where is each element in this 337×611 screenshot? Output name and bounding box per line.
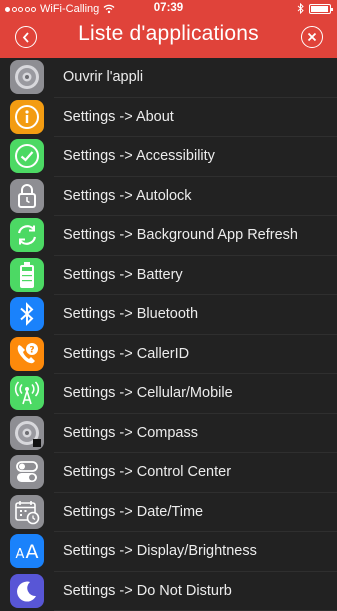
list-item[interactable]: Settings -> Date/Time <box>0 493 337 533</box>
list-item-label: Settings -> CallerID <box>63 346 189 362</box>
list-item-label: Settings -> Compass <box>63 425 198 441</box>
lock-icon <box>10 179 44 213</box>
battery-icon <box>10 258 44 292</box>
refresh-icon <box>10 218 44 252</box>
compass-gear-icon <box>10 416 44 450</box>
close-icon <box>307 32 317 42</box>
list-item-label: Settings -> Autolock <box>63 188 192 204</box>
list-item-label: Settings -> Accessibility <box>63 148 215 164</box>
list-item-label: Settings -> Bluetooth <box>63 306 198 322</box>
toggles-icon <box>10 455 44 489</box>
list-item[interactable]: Ouvrir l'appli <box>0 58 337 98</box>
list-item-label: Settings -> Battery <box>63 267 183 283</box>
list-item[interactable]: ? Settings -> CallerID <box>0 335 337 375</box>
antenna-icon <box>10 376 44 410</box>
list-item[interactable]: Settings -> Cellular/Mobile <box>0 374 337 414</box>
app-list: Ouvrir l'appli Settings -> About Setting… <box>0 58 337 611</box>
list-item[interactable]: Settings -> Background App Refresh <box>0 216 337 256</box>
status-bar: WiFi-Calling 07:39 <box>0 0 337 18</box>
list-item[interactable]: Settings -> Control Center <box>0 453 337 493</box>
list-item[interactable]: Settings -> About <box>0 98 337 138</box>
list-item[interactable]: Settings -> Battery <box>0 256 337 296</box>
phone-question-icon: ? <box>10 337 44 371</box>
bluetooth-status-icon <box>297 3 304 14</box>
list-item-label: Settings -> Do Not Disturb <box>63 583 232 599</box>
list-item[interactable]: Settings -> Do Not Disturb <box>0 572 337 611</box>
list-item[interactable]: Settings -> Accessibility <box>0 137 337 177</box>
list-item-label: Ouvrir l'appli <box>63 69 143 85</box>
list-item[interactable]: Settings -> Compass <box>0 414 337 454</box>
list-item-label: Settings -> Date/Time <box>63 504 203 520</box>
bluetooth-icon <box>10 297 44 331</box>
list-item-label: Settings -> Display/Brightness <box>63 543 257 559</box>
status-right <box>297 3 331 14</box>
svg-text:A: A <box>26 541 39 563</box>
status-time: 07:39 <box>0 2 337 14</box>
info-icon <box>10 100 44 134</box>
settings-gear-icon <box>10 60 44 94</box>
list-item[interactable]: A A Settings -> Display/Brightness <box>0 532 337 572</box>
list-item[interactable]: Settings -> Bluetooth <box>0 295 337 335</box>
battery-icon <box>309 4 331 14</box>
list-item-label: Settings -> About <box>63 109 174 125</box>
svg-text:?: ? <box>29 345 34 355</box>
list-item-label: Settings -> Control Center <box>63 464 231 480</box>
list-item-label: Settings -> Cellular/Mobile <box>63 385 233 401</box>
nav-header: WiFi-Calling 07:39 Liste d'applications <box>0 0 337 58</box>
text-size-icon: A A <box>10 534 44 568</box>
calendar-clock-icon <box>10 495 44 529</box>
checkmark-icon <box>10 139 44 173</box>
list-item-label: Settings -> Background App Refresh <box>63 227 298 243</box>
moon-icon <box>10 574 44 608</box>
list-item[interactable]: Settings -> Autolock <box>0 177 337 217</box>
close-button[interactable] <box>301 26 323 48</box>
svg-text:A: A <box>16 547 25 562</box>
page-title: Liste d'applications <box>0 22 337 46</box>
